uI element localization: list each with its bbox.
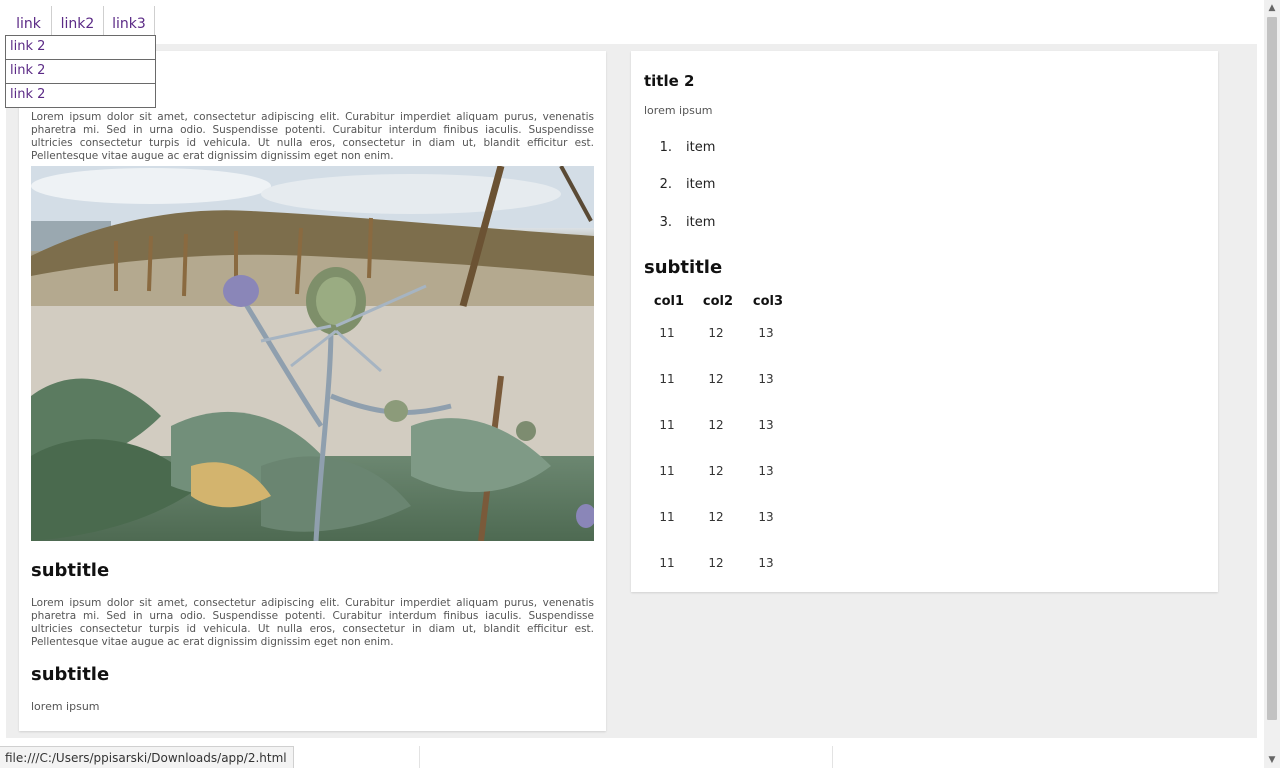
table-cell: 12: [708, 510, 724, 524]
dropdown-item[interactable]: link 2: [6, 36, 155, 60]
dropdown-item[interactable]: link 2: [6, 84, 155, 107]
list-item: 2. item: [644, 177, 716, 192]
footer-divider: [832, 746, 833, 768]
list-item: 3. item: [644, 215, 716, 230]
table-cell: 11: [659, 510, 675, 524]
table-cell: 11: [659, 326, 675, 340]
table-cell: 11: [659, 372, 675, 386]
vertical-scrollbar[interactable]: ▲ ▼: [1264, 0, 1280, 768]
main-content: Lorem ipsum dolor sit amet, consectetur …: [6, 44, 1257, 738]
list-number: 1.: [659, 140, 672, 155]
table-cell: 11: [659, 418, 675, 432]
table-cell: 11: [659, 556, 675, 570]
table-cell: 13: [758, 372, 774, 386]
table-header-col2: col2: [702, 294, 734, 309]
table-subtitle: subtitle: [644, 257, 723, 278]
table-cell: 13: [758, 510, 774, 524]
table-cell: 12: [708, 372, 724, 386]
subtitle-1: subtitle: [31, 560, 110, 581]
footer-divider: [419, 746, 420, 768]
table-cell: 12: [708, 556, 724, 570]
right-caption: lorem ipsum: [644, 104, 713, 117]
table-cell: 13: [758, 464, 774, 478]
list-text: item: [686, 177, 716, 192]
scroll-down-arrow-icon[interactable]: ▼: [1264, 752, 1280, 768]
scrollbar-thumb[interactable]: [1267, 17, 1277, 720]
sea-holly-photo: [31, 166, 594, 541]
subtitle-2: subtitle: [31, 664, 110, 685]
table-cell: 12: [708, 418, 724, 432]
table-cell: 13: [758, 556, 774, 570]
table-cell: 12: [708, 464, 724, 478]
intro-paragraph: Lorem ipsum dolor sit amet, consectetur …: [31, 111, 594, 162]
left-caption: lorem ipsum: [31, 700, 100, 713]
list-number: 3.: [659, 215, 672, 230]
scroll-up-arrow-icon[interactable]: ▲: [1264, 0, 1280, 16]
table-header-col1: col1: [653, 294, 685, 309]
list-text: item: [686, 215, 716, 230]
list-text: item: [686, 140, 716, 155]
status-bar-url: file:///C:/Users/ppisarski/Downloads/app…: [0, 746, 294, 768]
photo: [31, 166, 594, 541]
nav-dropdown-menu: link 2 link 2 link 2: [5, 35, 156, 108]
left-card: Lorem ipsum dolor sit amet, consectetur …: [19, 51, 606, 731]
table-cell: 12: [708, 326, 724, 340]
list-item: 1. item: [644, 140, 716, 155]
top-nav: link link2 link3: [0, 0, 1264, 44]
dropdown-item[interactable]: link 2: [6, 60, 155, 84]
body-paragraph: Lorem ipsum dolor sit amet, consectetur …: [31, 597, 594, 648]
table-cell: 13: [758, 326, 774, 340]
list-number: 2.: [659, 177, 672, 192]
table-cell: 13: [758, 418, 774, 432]
right-card: title 2 lorem ipsum 1. item 2. item 3. item…: [631, 51, 1218, 592]
table-cell: 11: [659, 464, 675, 478]
table-header-col3: col3: [752, 294, 784, 309]
card-title: title 2: [644, 72, 695, 90]
